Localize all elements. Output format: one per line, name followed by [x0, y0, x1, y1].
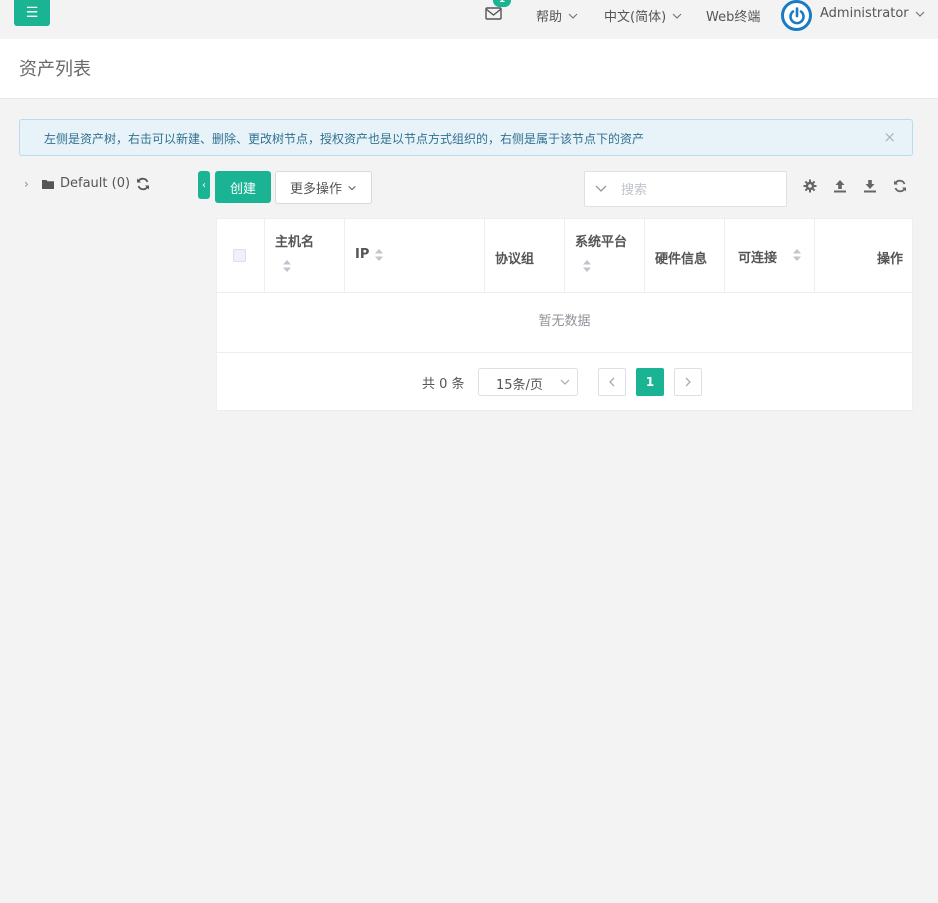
avatar[interactable]	[781, 0, 812, 31]
chevron-down-icon	[672, 13, 682, 19]
column-ip[interactable]: IP	[345, 219, 485, 293]
column-label: 协议组	[495, 252, 535, 267]
chevron-left-icon: ‹	[202, 179, 206, 191]
column-label: 操作	[876, 252, 903, 267]
tree-node-default[interactable]: Default (0)	[60, 176, 130, 191]
sort-icon[interactable]	[374, 248, 384, 262]
more-actions-label: 更多操作	[289, 182, 342, 197]
page-size-select[interactable]: 15条/页	[478, 368, 578, 396]
page-1-button[interactable]: 1	[636, 368, 664, 396]
column-label: IP	[355, 247, 370, 262]
chevron-down-icon	[568, 13, 578, 19]
refresh-icon[interactable]	[893, 179, 907, 193]
user-menu[interactable]: Administrator	[820, 6, 926, 21]
language-label: 中文(简体)	[604, 10, 667, 25]
select-all-checkbox[interactable]	[233, 249, 246, 262]
collapse-tree-button[interactable]: ‹	[198, 171, 210, 199]
table-header: 主机名 IP 协议组 系统平台 硬件信息 可连接 操作	[217, 219, 912, 293]
download-icon[interactable]	[863, 179, 877, 193]
chevron-down-icon	[348, 185, 356, 190]
column-label: 主机名	[275, 235, 315, 250]
language-menu[interactable]: 中文(简体)	[604, 6, 683, 25]
chevron-right-icon[interactable]: ›	[24, 177, 36, 191]
mail-badge: 1	[493, 0, 511, 7]
asset-tree: › Default (0)	[24, 176, 150, 191]
chevron-down-icon	[915, 11, 925, 17]
top-navbar: ☰ 1 帮助 中文(简体) Web终端 Administrator	[0, 0, 938, 39]
page-heading: 资产列表	[0, 39, 938, 99]
column-hostname[interactable]: 主机名	[265, 219, 345, 293]
help-menu[interactable]: 帮助	[536, 6, 579, 25]
user-name: Administrator	[820, 6, 909, 21]
column-platform[interactable]: 系统平台	[565, 219, 645, 293]
sort-icon[interactable]	[282, 259, 292, 273]
web-terminal-link[interactable]: Web终端	[706, 6, 760, 25]
search-input[interactable]	[621, 180, 776, 200]
hamburger-icon: ☰	[25, 5, 39, 21]
column-hardware: 硬件信息	[645, 219, 725, 293]
column-protocols: 协议组	[485, 219, 565, 293]
search-box	[584, 171, 787, 207]
upload-icon[interactable]	[833, 179, 847, 193]
chevron-left-icon	[609, 377, 615, 387]
select-column	[217, 219, 265, 293]
page-size-value: 15条/页	[496, 378, 543, 393]
empty-row: 暂无数据	[217, 293, 912, 353]
column-label: 硬件信息	[655, 252, 708, 267]
more-actions-button[interactable]: 更多操作	[275, 171, 372, 204]
gear-icon[interactable]	[803, 179, 817, 193]
asset-table: 主机名 IP 协议组 系统平台 硬件信息 可连接 操作 暂无数据 共 0 条 1…	[216, 218, 913, 411]
help-label: 帮助	[536, 10, 563, 25]
folder-icon	[42, 179, 54, 189]
sort-icon[interactable]	[792, 248, 802, 262]
next-page-button[interactable]	[674, 368, 702, 396]
menu-toggle-button[interactable]: ☰	[14, 0, 50, 26]
column-connectivity[interactable]: 可连接	[725, 219, 815, 293]
power-icon	[788, 6, 805, 24]
pagination-total: 共 0 条	[422, 377, 465, 392]
web-terminal-label: Web终端	[706, 10, 761, 25]
column-label: 可连接	[738, 251, 778, 266]
column-label: 系统平台	[575, 235, 628, 250]
sort-icon[interactable]	[582, 259, 592, 273]
page-title: 资产列表	[19, 59, 91, 80]
chevron-right-icon	[685, 377, 691, 387]
chevron-down-icon[interactable]	[594, 183, 608, 195]
refresh-icon[interactable]	[136, 177, 150, 191]
prev-page-button[interactable]	[598, 368, 626, 396]
alert-text: 左侧是资产树，右击可以新建、删除、更改树节点，授权资产也是以节点方式组织的，右侧…	[44, 132, 645, 146]
create-button[interactable]: 创建	[215, 171, 271, 203]
info-alert: 左侧是资产树，右击可以新建、删除、更改树节点，授权资产也是以节点方式组织的，右侧…	[19, 119, 913, 156]
column-actions: 操作	[815, 219, 912, 293]
chevron-down-icon	[560, 379, 570, 385]
close-icon[interactable]: ×	[883, 128, 896, 146]
